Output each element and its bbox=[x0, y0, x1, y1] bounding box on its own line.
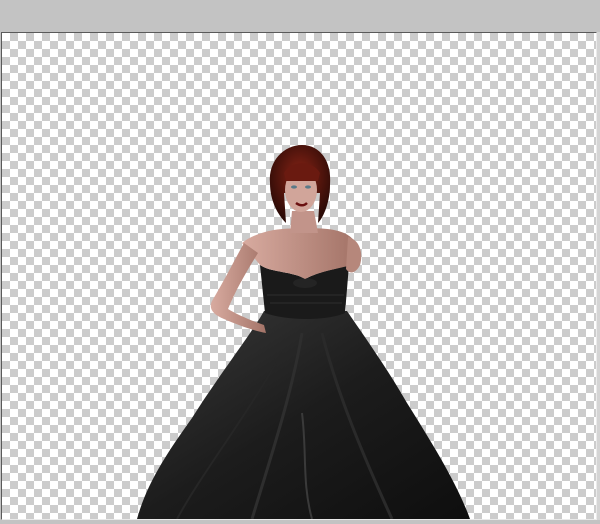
gown-skirt bbox=[137, 311, 470, 519]
layer-image-woman-in-gown[interactable] bbox=[2, 33, 596, 519]
right-arm bbox=[346, 237, 362, 273]
document-canvas[interactable] bbox=[1, 32, 597, 520]
editor-workspace bbox=[0, 0, 600, 524]
